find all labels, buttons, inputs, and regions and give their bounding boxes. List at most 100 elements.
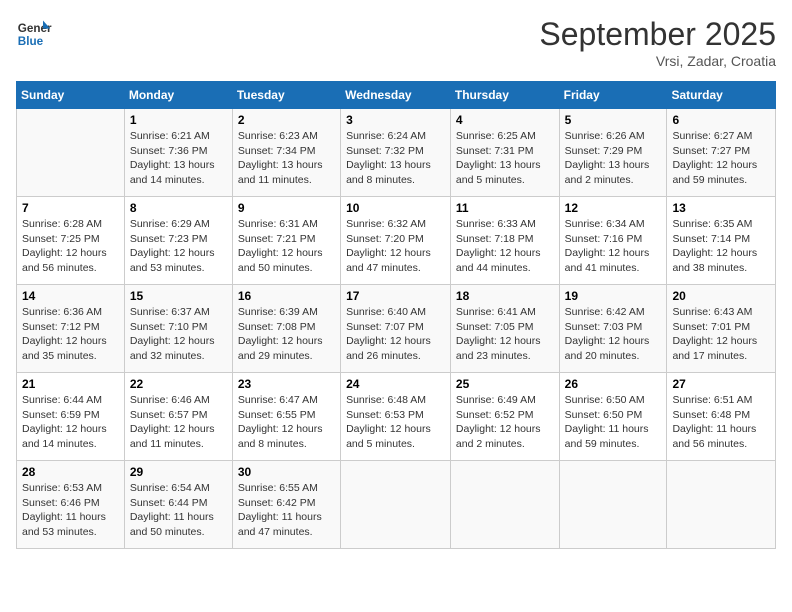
cell-info: Sunrise: 6:46 AMSunset: 6:57 PMDaylight:…	[130, 393, 227, 452]
calendar-cell: 12 Sunrise: 6:34 AMSunset: 7:16 PMDaylig…	[559, 197, 667, 285]
cell-info: Sunrise: 6:50 AMSunset: 6:50 PMDaylight:…	[565, 393, 662, 452]
weekday-header: Saturday	[667, 82, 776, 109]
calendar-cell: 24 Sunrise: 6:48 AMSunset: 6:53 PMDaylig…	[341, 373, 451, 461]
day-number: 5	[565, 113, 662, 127]
cell-info: Sunrise: 6:26 AMSunset: 7:29 PMDaylight:…	[565, 129, 662, 188]
calendar-cell: 26 Sunrise: 6:50 AMSunset: 6:50 PMDaylig…	[559, 373, 667, 461]
cell-info: Sunrise: 6:44 AMSunset: 6:59 PMDaylight:…	[22, 393, 119, 452]
day-number: 30	[238, 465, 335, 479]
calendar-cell: 1 Sunrise: 6:21 AMSunset: 7:36 PMDayligh…	[124, 109, 232, 197]
day-number: 11	[456, 201, 554, 215]
day-number: 19	[565, 289, 662, 303]
cell-info: Sunrise: 6:49 AMSunset: 6:52 PMDaylight:…	[456, 393, 554, 452]
day-number: 7	[22, 201, 119, 215]
calendar-cell: 25 Sunrise: 6:49 AMSunset: 6:52 PMDaylig…	[450, 373, 559, 461]
calendar-week-row: 21 Sunrise: 6:44 AMSunset: 6:59 PMDaylig…	[17, 373, 776, 461]
calendar-cell: 10 Sunrise: 6:32 AMSunset: 7:20 PMDaylig…	[341, 197, 451, 285]
day-number: 9	[238, 201, 335, 215]
calendar-cell: 28 Sunrise: 6:53 AMSunset: 6:46 PMDaylig…	[17, 461, 125, 549]
calendar-cell: 18 Sunrise: 6:41 AMSunset: 7:05 PMDaylig…	[450, 285, 559, 373]
calendar-cell: 16 Sunrise: 6:39 AMSunset: 7:08 PMDaylig…	[232, 285, 340, 373]
cell-info: Sunrise: 6:21 AMSunset: 7:36 PMDaylight:…	[130, 129, 227, 188]
calendar-cell	[667, 461, 776, 549]
weekday-header: Monday	[124, 82, 232, 109]
weekday-header: Thursday	[450, 82, 559, 109]
day-number: 25	[456, 377, 554, 391]
cell-info: Sunrise: 6:31 AMSunset: 7:21 PMDaylight:…	[238, 217, 335, 276]
title-block: September 2025 Vrsi, Zadar, Croatia	[539, 16, 776, 69]
day-number: 8	[130, 201, 227, 215]
calendar-cell: 7 Sunrise: 6:28 AMSunset: 7:25 PMDayligh…	[17, 197, 125, 285]
calendar-cell: 2 Sunrise: 6:23 AMSunset: 7:34 PMDayligh…	[232, 109, 340, 197]
calendar-cell	[17, 109, 125, 197]
calendar-cell	[450, 461, 559, 549]
cell-info: Sunrise: 6:32 AMSunset: 7:20 PMDaylight:…	[346, 217, 445, 276]
day-number: 29	[130, 465, 227, 479]
day-number: 23	[238, 377, 335, 391]
cell-info: Sunrise: 6:39 AMSunset: 7:08 PMDaylight:…	[238, 305, 335, 364]
calendar-cell: 17 Sunrise: 6:40 AMSunset: 7:07 PMDaylig…	[341, 285, 451, 373]
day-number: 28	[22, 465, 119, 479]
cell-info: Sunrise: 6:34 AMSunset: 7:16 PMDaylight:…	[565, 217, 662, 276]
cell-info: Sunrise: 6:41 AMSunset: 7:05 PMDaylight:…	[456, 305, 554, 364]
cell-info: Sunrise: 6:27 AMSunset: 7:27 PMDaylight:…	[672, 129, 770, 188]
calendar-cell: 14 Sunrise: 6:36 AMSunset: 7:12 PMDaylig…	[17, 285, 125, 373]
logo-icon: General Blue	[16, 16, 52, 52]
calendar-cell: 4 Sunrise: 6:25 AMSunset: 7:31 PMDayligh…	[450, 109, 559, 197]
calendar-cell: 29 Sunrise: 6:54 AMSunset: 6:44 PMDaylig…	[124, 461, 232, 549]
svg-text:General: General	[18, 22, 52, 35]
day-number: 3	[346, 113, 445, 127]
cell-info: Sunrise: 6:33 AMSunset: 7:18 PMDaylight:…	[456, 217, 554, 276]
calendar-cell: 3 Sunrise: 6:24 AMSunset: 7:32 PMDayligh…	[341, 109, 451, 197]
day-number: 16	[238, 289, 335, 303]
cell-info: Sunrise: 6:53 AMSunset: 6:46 PMDaylight:…	[22, 481, 119, 540]
cell-info: Sunrise: 6:43 AMSunset: 7:01 PMDaylight:…	[672, 305, 770, 364]
cell-info: Sunrise: 6:54 AMSunset: 6:44 PMDaylight:…	[130, 481, 227, 540]
cell-info: Sunrise: 6:35 AMSunset: 7:14 PMDaylight:…	[672, 217, 770, 276]
calendar-cell: 15 Sunrise: 6:37 AMSunset: 7:10 PMDaylig…	[124, 285, 232, 373]
calendar-cell: 13 Sunrise: 6:35 AMSunset: 7:14 PMDaylig…	[667, 197, 776, 285]
cell-info: Sunrise: 6:29 AMSunset: 7:23 PMDaylight:…	[130, 217, 227, 276]
day-number: 21	[22, 377, 119, 391]
calendar-cell	[341, 461, 451, 549]
calendar-table: SundayMondayTuesdayWednesdayThursdayFrid…	[16, 81, 776, 549]
cell-info: Sunrise: 6:36 AMSunset: 7:12 PMDaylight:…	[22, 305, 119, 364]
weekday-header: Sunday	[17, 82, 125, 109]
calendar-cell: 27 Sunrise: 6:51 AMSunset: 6:48 PMDaylig…	[667, 373, 776, 461]
day-number: 20	[672, 289, 770, 303]
day-number: 13	[672, 201, 770, 215]
calendar-cell: 6 Sunrise: 6:27 AMSunset: 7:27 PMDayligh…	[667, 109, 776, 197]
day-number: 12	[565, 201, 662, 215]
page-header: General Blue General Blue September 2025…	[16, 16, 776, 69]
calendar-week-row: 7 Sunrise: 6:28 AMSunset: 7:25 PMDayligh…	[17, 197, 776, 285]
calendar-cell: 19 Sunrise: 6:42 AMSunset: 7:03 PMDaylig…	[559, 285, 667, 373]
cell-info: Sunrise: 6:24 AMSunset: 7:32 PMDaylight:…	[346, 129, 445, 188]
calendar-cell: 11 Sunrise: 6:33 AMSunset: 7:18 PMDaylig…	[450, 197, 559, 285]
calendar-cell: 9 Sunrise: 6:31 AMSunset: 7:21 PMDayligh…	[232, 197, 340, 285]
day-number: 14	[22, 289, 119, 303]
day-number: 4	[456, 113, 554, 127]
calendar-cell: 22 Sunrise: 6:46 AMSunset: 6:57 PMDaylig…	[124, 373, 232, 461]
day-number: 26	[565, 377, 662, 391]
cell-info: Sunrise: 6:48 AMSunset: 6:53 PMDaylight:…	[346, 393, 445, 452]
cell-info: Sunrise: 6:28 AMSunset: 7:25 PMDaylight:…	[22, 217, 119, 276]
day-number: 27	[672, 377, 770, 391]
cell-info: Sunrise: 6:23 AMSunset: 7:34 PMDaylight:…	[238, 129, 335, 188]
cell-info: Sunrise: 6:51 AMSunset: 6:48 PMDaylight:…	[672, 393, 770, 452]
calendar-cell: 5 Sunrise: 6:26 AMSunset: 7:29 PMDayligh…	[559, 109, 667, 197]
day-number: 18	[456, 289, 554, 303]
day-number: 6	[672, 113, 770, 127]
cell-info: Sunrise: 6:40 AMSunset: 7:07 PMDaylight:…	[346, 305, 445, 364]
cell-info: Sunrise: 6:25 AMSunset: 7:31 PMDaylight:…	[456, 129, 554, 188]
calendar-cell: 23 Sunrise: 6:47 AMSunset: 6:55 PMDaylig…	[232, 373, 340, 461]
weekday-header: Wednesday	[341, 82, 451, 109]
calendar-week-row: 14 Sunrise: 6:36 AMSunset: 7:12 PMDaylig…	[17, 285, 776, 373]
day-number: 1	[130, 113, 227, 127]
day-number: 22	[130, 377, 227, 391]
calendar-cell: 20 Sunrise: 6:43 AMSunset: 7:01 PMDaylig…	[667, 285, 776, 373]
svg-text:Blue: Blue	[18, 35, 44, 48]
month-title: September 2025	[539, 16, 776, 53]
weekday-header: Friday	[559, 82, 667, 109]
weekday-header: Tuesday	[232, 82, 340, 109]
calendar-cell	[559, 461, 667, 549]
